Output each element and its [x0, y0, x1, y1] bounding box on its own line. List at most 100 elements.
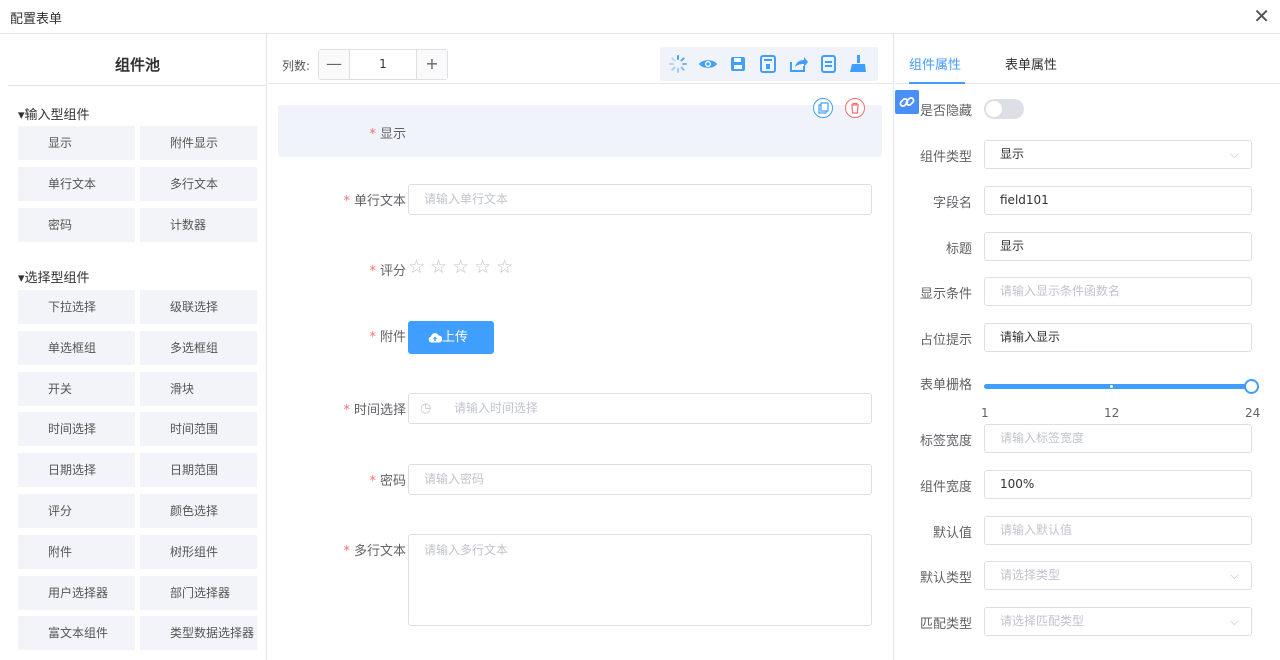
- single-text-input[interactable]: 请输入单行文本: [408, 184, 872, 215]
- palette-item[interactable]: 时间选择: [18, 412, 135, 447]
- copy-list-icon[interactable]: [818, 54, 838, 74]
- group-title-select[interactable]: ▾选择型组件: [18, 267, 90, 286]
- broom-icon[interactable]: [848, 54, 868, 74]
- palette-item[interactable]: 多选框组: [140, 330, 257, 365]
- prop-label: 组件宽度: [919, 479, 972, 495]
- close-icon[interactable]: ✕: [1253, 4, 1270, 28]
- prop-label: 是否隐藏: [919, 104, 972, 119]
- palette-item[interactable]: 部门选择器: [140, 575, 257, 610]
- palette-item[interactable]: 开关: [18, 371, 135, 406]
- prop-value: 显示: [1000, 147, 1025, 161]
- selected-field-display[interactable]: * 显示: [278, 98, 882, 157]
- palette-item[interactable]: 类型数据选择器: [140, 616, 257, 651]
- password-input[interactable]: 请输入密码: [408, 464, 872, 495]
- columns-value[interactable]: 1: [350, 50, 416, 79]
- group-title-input[interactable]: ▾输入型组件: [18, 104, 90, 123]
- field-label: * 附件: [369, 330, 406, 345]
- prop-value: 请输入显示: [1000, 330, 1061, 345]
- decrement-button[interactable]: —: [319, 50, 350, 79]
- palette-item[interactable]: 评分: [18, 494, 135, 528]
- prop-label: 组件类型: [919, 150, 972, 165]
- prop-input[interactable]: 请输入默认值: [984, 515, 1252, 545]
- tab-form-props[interactable]: 表单属性: [1005, 54, 1057, 73]
- palette-item[interactable]: 计数器: [140, 207, 257, 242]
- hidden-switch[interactable]: [984, 99, 1024, 119]
- cloud-upload-icon: [428, 333, 442, 343]
- switch-knob: [986, 101, 1002, 117]
- palette-item[interactable]: 附件: [18, 534, 135, 569]
- palette-item[interactable]: 多行文本: [140, 166, 257, 201]
- upload-button[interactable]: 上传: [408, 321, 494, 354]
- palette-item[interactable]: 时间范围: [140, 412, 257, 447]
- palette-item[interactable]: 密码: [18, 207, 135, 242]
- prop-input[interactable]: 请输入显示: [984, 323, 1252, 353]
- columns-stepper[interactable]: — 1 +: [318, 49, 448, 80]
- prop-select[interactable]: 显示 ⌵: [984, 140, 1252, 169]
- slider-stop: [1110, 385, 1113, 388]
- prop-label: 标题: [945, 241, 972, 257]
- grid-slider[interactable]: [984, 379, 1259, 394]
- active-tab-indicator: [909, 82, 965, 84]
- clock-icon: ◷: [420, 401, 432, 416]
- palette-item[interactable]: 单选框组: [18, 330, 135, 365]
- tab-component-props[interactable]: 组件属性: [909, 54, 961, 73]
- chevron-down-icon: ⌵: [1229, 147, 1239, 161]
- prop-select[interactable]: 请选择类型 ⌵: [984, 561, 1252, 591]
- palette-item[interactable]: 级联选择: [140, 290, 257, 324]
- chevron-down-icon: ⌵: [1229, 614, 1239, 629]
- palette-item[interactable]: 树形组件: [140, 534, 257, 569]
- prop-label: 默认类型: [919, 571, 972, 587]
- palette-item[interactable]: 日期选择: [18, 453, 135, 488]
- link-icon[interactable]: [895, 90, 919, 114]
- field-label: * 密码: [369, 474, 406, 489]
- palette-item[interactable]: 颜色选择: [140, 494, 257, 528]
- time-placeholder: 请输入时间选择: [454, 401, 539, 415]
- field-label: * 单行文本: [343, 194, 406, 209]
- increment-button[interactable]: +: [416, 50, 447, 79]
- palette-item[interactable]: 富文本组件: [18, 616, 135, 651]
- palette-item[interactable]: 显示: [18, 126, 135, 160]
- delete-icon[interactable]: [844, 97, 866, 119]
- palette-title: 组件池: [8, 44, 266, 86]
- rating-stars[interactable]: ☆☆☆☆☆: [408, 256, 518, 278]
- prop-input[interactable]: 请输入显示条件函数名: [984, 277, 1252, 307]
- palette-item[interactable]: 单行文本: [18, 166, 135, 201]
- slider-max: 24: [1245, 406, 1261, 420]
- eye-icon[interactable]: [698, 54, 718, 74]
- prop-select[interactable]: 请选择匹配类型 ⌵: [984, 607, 1252, 637]
- time-input[interactable]: ◷ 请输入时间选择: [408, 393, 872, 424]
- prop-value: 请选择类型: [1000, 568, 1061, 583]
- prop-input[interactable]: 请输入标签宽度: [984, 424, 1252, 453]
- palette-item[interactable]: 下拉选择: [18, 290, 135, 324]
- chevron-down-icon: ⌵: [1229, 568, 1239, 583]
- field-label: * 时间选择: [343, 403, 406, 418]
- prop-value: 请输入显示条件函数名: [1000, 284, 1121, 299]
- prop-label: 显示条件: [919, 287, 972, 303]
- form-canvas: 列数: — 1 + * 显示 * 单行文本 请输入单行文本 * 评分 ☆☆☆☆☆ *: [268, 34, 894, 660]
- prop-input[interactable]: 100%: [984, 469, 1252, 499]
- palette-item[interactable]: 日期范围: [140, 453, 257, 488]
- prop-value: field101: [1000, 192, 1049, 207]
- field-label: * 评分: [369, 264, 406, 279]
- prop-label: 表单栅格: [919, 378, 972, 393]
- slider-mid: 12: [1104, 406, 1120, 420]
- save-icon[interactable]: [728, 54, 748, 74]
- multiline-textarea[interactable]: 请输入多行文本: [408, 534, 872, 626]
- prop-label: 标签宽度: [919, 434, 972, 449]
- prop-value: 显示: [1000, 238, 1025, 253]
- loading-icon[interactable]: [668, 54, 688, 74]
- copy-icon[interactable]: [812, 97, 834, 119]
- palette-item[interactable]: 附件显示: [140, 126, 257, 160]
- share-icon[interactable]: [788, 54, 808, 74]
- prop-label: 占位提示: [919, 333, 972, 349]
- prop-value: 100%: [1000, 476, 1035, 491]
- prop-input[interactable]: 显示: [984, 231, 1252, 261]
- slider-handle[interactable]: [1244, 379, 1259, 394]
- prop-label: 默认值: [932, 525, 972, 541]
- template-icon[interactable]: [758, 54, 778, 74]
- prop-input[interactable]: field101: [984, 185, 1252, 215]
- palette-item[interactable]: 用户选择器: [18, 575, 135, 610]
- prop-label: 匹配类型: [919, 617, 972, 633]
- palette-item[interactable]: 滑块: [140, 371, 257, 406]
- prop-value: 请输入默认值: [1000, 522, 1073, 537]
